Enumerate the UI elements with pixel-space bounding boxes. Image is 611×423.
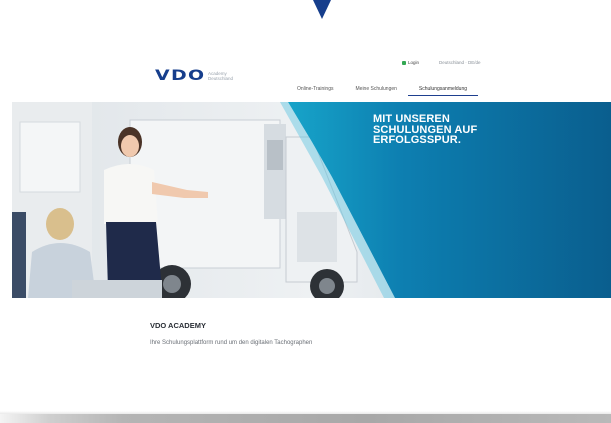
utility-bar: Login Deutschland · DE/de xyxy=(402,60,481,65)
section-subtitle: Ihre Schulungsplattform rund um den digi… xyxy=(150,340,313,346)
top-pointer xyxy=(313,0,331,19)
hero-line-1: MIT UNSEREN xyxy=(373,113,450,125)
lock-icon xyxy=(402,60,406,65)
nav-item-schulungsanmeldung[interactable]: Schulungsanmeldung xyxy=(407,86,479,96)
hero-banner: MIT UNSEREN SCHULUNGEN AUF ERFOLGSSPUR. xyxy=(12,102,611,298)
hero-image xyxy=(12,102,611,298)
nav-item-online-trainings[interactable]: Online-Trainings xyxy=(297,86,345,96)
section-title: VDO ACADEMY xyxy=(150,321,206,330)
locale-selector[interactable]: Deutschland · DE/de xyxy=(439,60,481,65)
nav-item-meine-schulungen[interactable]: Meine Schulungen xyxy=(345,86,408,96)
hero-line-3: ERFOLGSSPUR. xyxy=(373,134,461,146)
main-nav: Online-Trainings Meine Schulungen Schulu… xyxy=(297,86,479,96)
login-label: Login xyxy=(408,60,420,65)
brand-logo[interactable]: VDO Academy Deutschland xyxy=(155,68,233,84)
logo-wordmark: VDO xyxy=(155,68,206,84)
login-link[interactable]: Login xyxy=(402,60,419,65)
page-bottom-bar xyxy=(0,414,611,423)
hero-headline: MIT UNSEREN SCHULUNGEN AUF ERFOLGSSPUR. xyxy=(373,114,477,146)
